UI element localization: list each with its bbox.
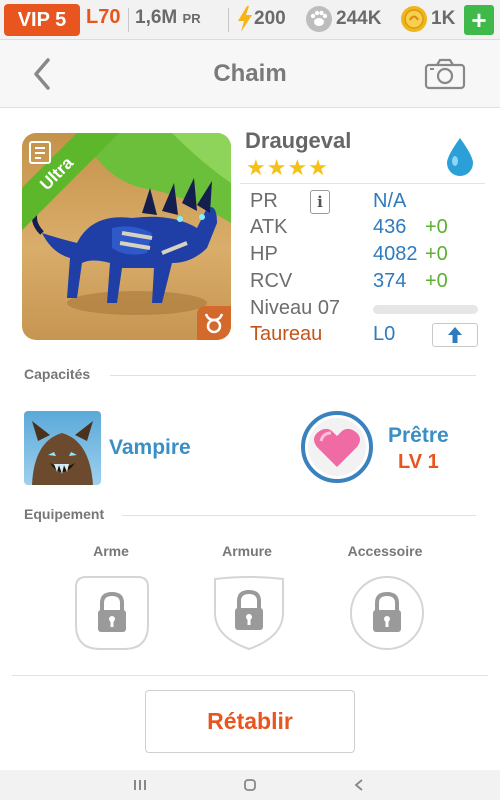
vampire-icon <box>32 421 93 485</box>
rarity-stars: ★★★★ <box>246 155 329 180</box>
divider <box>128 8 129 32</box>
taurus-icon <box>204 313 224 334</box>
camera-icon[interactable] <box>424 58 466 90</box>
section-divider <box>122 515 476 516</box>
paw-counter[interactable]: 244K <box>305 5 381 33</box>
recent-apps-icon[interactable] <box>133 779 147 791</box>
paw-icon <box>306 6 332 32</box>
system-navbar <box>0 770 500 800</box>
stat-value-hp: 4082 <box>373 243 418 265</box>
water-drop-icon <box>447 138 473 176</box>
energy-counter[interactable]: 200 <box>236 5 286 33</box>
monster-portrait[interactable]: Ultra <box>22 133 231 340</box>
monster-name: Draugeval <box>245 128 352 153</box>
upgrade-button[interactable] <box>432 323 478 347</box>
weapon-label: Arme <box>93 543 129 559</box>
stat-bonus-rcv: +0 <box>425 270 448 292</box>
leader-skill-level: LV 1 <box>398 451 439 473</box>
stat-bonus-hp: +0 <box>425 243 448 265</box>
paw-value: 244K <box>336 8 382 29</box>
gold-counter[interactable]: 1K <box>400 5 455 33</box>
stat-value-rcv: 374 <box>373 270 407 292</box>
section-divider <box>110 375 476 376</box>
divider <box>228 8 229 32</box>
gold-value: 1K <box>431 8 456 29</box>
heart-icon[interactable] <box>301 411 373 483</box>
weapon-slot[interactable] <box>74 575 150 651</box>
notes-icon[interactable] <box>28 139 52 165</box>
stat-value-atk: 436 <box>373 216 407 238</box>
level-label: Niveau 07 <box>250 297 341 319</box>
accessory-label: Accessoire <box>347 543 423 559</box>
stat-label-atk: ATK <box>250 216 288 238</box>
leader-skill-name[interactable]: Prêtre <box>388 424 449 448</box>
zodiac-label: Taureau <box>250 323 323 345</box>
divider <box>240 183 485 184</box>
home-icon[interactable] <box>243 778 257 792</box>
gold-coin-icon <box>401 6 427 32</box>
player-power: 1,6M PR <box>135 7 201 29</box>
skill-name[interactable]: Vampire <box>109 436 191 460</box>
power-unit: PR <box>182 11 201 26</box>
status-bar: VIP 5 L70 1,6M PR 200 244K 1K + <box>0 0 500 40</box>
armor-label: Armure <box>222 543 272 559</box>
equipment-title: Equipement <box>24 506 105 522</box>
info-icon[interactable]: i <box>310 190 330 214</box>
player-level: L70 <box>86 6 121 28</box>
page-header: Chaim <box>0 40 500 108</box>
vip-badge[interactable]: VIP 5 <box>4 4 80 36</box>
divider <box>12 675 488 676</box>
power-value: 1,6M <box>135 7 178 28</box>
arrow-up-icon <box>448 327 462 343</box>
stat-bonus-atk: +0 <box>425 216 448 238</box>
add-currency-button[interactable]: + <box>464 5 494 35</box>
level-progress-bar <box>373 305 478 314</box>
armor-slot[interactable] <box>211 575 287 651</box>
stat-label-rcv: RCV <box>250 270 293 292</box>
lightning-icon <box>238 6 252 32</box>
zodiac-badge <box>197 306 231 340</box>
energy-value: 200 <box>254 8 286 29</box>
stat-label-hp: HP <box>250 243 278 265</box>
reset-button[interactable]: Rétablir <box>145 690 355 753</box>
zodiac-level: L0 <box>373 323 396 345</box>
stat-label-pr: PR <box>250 190 278 212</box>
nav-back-icon[interactable] <box>353 778 365 792</box>
accessory-slot[interactable] <box>349 575 425 651</box>
abilities-title: Capacités <box>24 366 91 382</box>
stat-value-pr: N/A <box>373 190 407 212</box>
skill-icon[interactable] <box>24 411 101 485</box>
